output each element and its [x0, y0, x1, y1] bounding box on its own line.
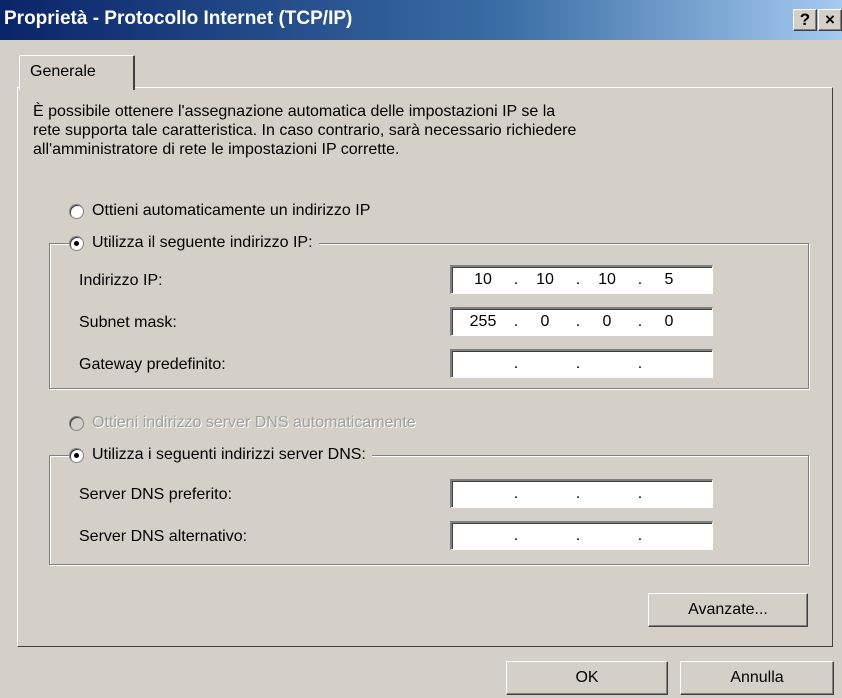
ip-dot: . [637, 271, 643, 288]
ip-octet[interactable]: 0 [589, 313, 625, 331]
ip-dot: . [637, 485, 643, 502]
ip-octet[interactable]: 10 [527, 271, 563, 289]
help-icon[interactable]: ? [793, 9, 817, 31]
ip-dot: . [513, 313, 519, 330]
radio-dns-manual[interactable] [69, 447, 84, 463]
ip-dot: . [513, 485, 519, 502]
ip-dot: . [637, 527, 643, 544]
radio-dns-auto[interactable] [69, 415, 84, 431]
radio-ip-manual-row[interactable]: Utilizza il seguente indirizzo IP: [69, 233, 319, 253]
gateway-label: Gateway predefinito: [79, 356, 226, 373]
radio-ip-auto-row[interactable]: Ottieni automaticamente un indirizzo IP [69, 201, 377, 221]
ok-button[interactable]: OK [506, 661, 668, 695]
ip-octet[interactable]: 5 [651, 271, 687, 289]
description-line: all'amministratore di rete le impostazio… [33, 141, 400, 158]
ip-dot: . [575, 271, 581, 288]
description-text: È possibile ottenere l'assegnazione auto… [33, 102, 803, 159]
advanced-button[interactable]: Avanzate... [648, 593, 808, 627]
ip-dot: . [513, 527, 519, 544]
ip-octet[interactable]: 10 [465, 271, 501, 289]
dns-preferred-field[interactable]: . . . [450, 479, 713, 508]
description-line: È possibile ottenere l'assegnazione auto… [33, 103, 556, 120]
radio-dns-manual-label: Utilizza i seguenti indirizzi server DNS… [92, 446, 366, 463]
dns-preferred-label: Server DNS preferito: [79, 486, 232, 503]
radio-ip-auto-label: Ottieni automaticamente un indirizzo IP [92, 202, 371, 219]
dns-alternate-label: Server DNS alternativo: [79, 528, 248, 545]
ip-dot: . [637, 313, 643, 330]
ip-dot: . [637, 355, 643, 372]
ip-dot: . [513, 271, 519, 288]
ip-octet[interactable]: 0 [651, 313, 687, 331]
ip-dot: . [575, 485, 581, 502]
radio-ip-manual[interactable] [69, 235, 84, 251]
ip-dot: . [575, 313, 581, 330]
ip-dot: . [575, 527, 581, 544]
tab-generale[interactable]: Generale [19, 55, 135, 90]
radio-ip-auto[interactable] [69, 203, 84, 219]
close-icon[interactable]: × [818, 9, 842, 31]
title-bar[interactable]: Proprietà - Protocollo Internet (TCP/IP)… [0, 0, 842, 40]
radio-dns-auto-row[interactable]: Ottieni indirizzo server DNS automaticam… [69, 413, 422, 433]
radio-ip-manual-label: Utilizza il seguente indirizzo IP: [92, 234, 313, 251]
ip-octet[interactable]: 0 [527, 313, 563, 331]
subnet-mask-label: Subnet mask: [79, 314, 177, 331]
ip-octet[interactable]: 10 [589, 271, 625, 289]
ip-dot: . [575, 355, 581, 372]
description-line: rete supporta tale caratteristica. In ca… [33, 122, 577, 139]
subnet-mask-field[interactable]: 255 . 0 . 0 . 0 [450, 307, 713, 336]
ip-address-label: Indirizzo IP: [79, 272, 163, 289]
tab-generale-label: Generale [30, 63, 96, 80]
gateway-field[interactable]: . . . [450, 349, 713, 378]
window-title: Proprietà - Protocollo Internet (TCP/IP) [4, 8, 353, 29]
radio-dns-manual-row[interactable]: Utilizza i seguenti indirizzi server DNS… [69, 445, 372, 465]
cancel-button[interactable]: Annulla [680, 661, 834, 695]
radio-dns-auto-label: Ottieni indirizzo server DNS automaticam… [92, 414, 416, 431]
ip-octet[interactable]: 255 [465, 313, 501, 331]
dns-alternate-field[interactable]: . . . [450, 521, 713, 550]
ip-address-field[interactable]: 10 . 10 . 10 . 5 [450, 265, 713, 294]
ip-dot: . [513, 355, 519, 372]
